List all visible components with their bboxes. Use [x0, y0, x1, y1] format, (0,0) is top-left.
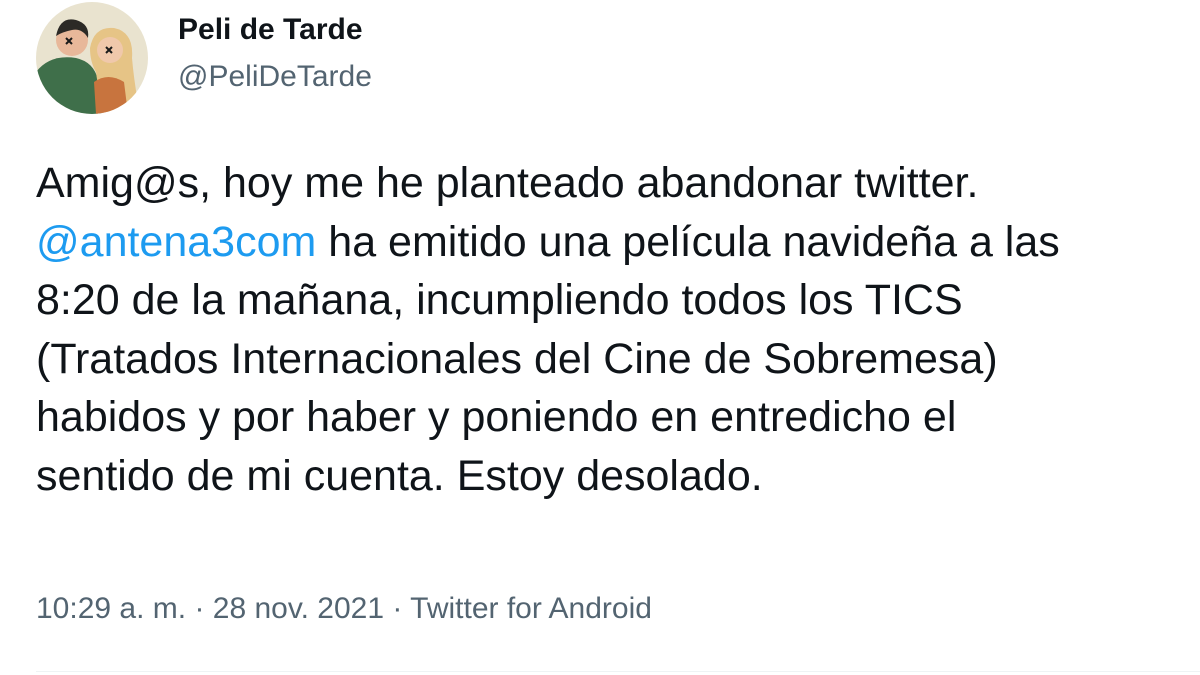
divider: [36, 671, 1200, 672]
avatar[interactable]: [36, 2, 148, 114]
tweet-date[interactable]: 28 nov. 2021: [213, 592, 384, 625]
meta-separator: ·: [392, 592, 411, 625]
tweet-line: 8:20 de la mañana, incumpliendo todos lo…: [36, 271, 1200, 330]
tweet-line: sentido de mi cuenta. Estoy desolado.: [36, 447, 1200, 506]
tweet-line: habidos y por haber y poniendo en entred…: [36, 388, 1200, 447]
tweet-text-segment: habidos y por haber y poniendo en entred…: [36, 393, 957, 441]
tweet-text-segment: Amig@s, hoy me he planteado abandonar tw…: [36, 159, 979, 207]
tweet-source[interactable]: Twitter for Android: [410, 592, 652, 625]
author-handle[interactable]: @PeliDeTarde: [178, 60, 372, 94]
tweet-text: Amig@s, hoy me he planteado abandonar tw…: [36, 154, 1200, 505]
tweet-meta: 10:29 a. m. · 28 nov. 2021 · Twitter for…: [36, 592, 652, 626]
tweet-text-segment: 8:20 de la mañana, incumpliendo todos lo…: [36, 276, 963, 324]
tweet-line: (Tratados Internacionales del Cine de So…: [36, 330, 1200, 389]
author-display-name[interactable]: Peli de Tarde: [178, 13, 363, 47]
tweet-line: @antena3com ha emitido una película navi…: [36, 213, 1200, 272]
meta-separator: ·: [194, 592, 213, 625]
mention-link[interactable]: @antena3com: [36, 218, 316, 266]
tweet-text-segment: ha emitido una película navideña a las: [316, 217, 1060, 266]
tweet-line: Amig@s, hoy me he planteado abandonar tw…: [36, 154, 1200, 213]
avatar-illustration: [36, 2, 148, 114]
tweet-text-segment: sentido de mi cuenta. Estoy desolado.: [36, 451, 763, 500]
tweet-text-segment: (Tratados Internacionales del Cine de So…: [36, 334, 998, 383]
tweet-time[interactable]: 10:29 a. m.: [36, 592, 186, 625]
